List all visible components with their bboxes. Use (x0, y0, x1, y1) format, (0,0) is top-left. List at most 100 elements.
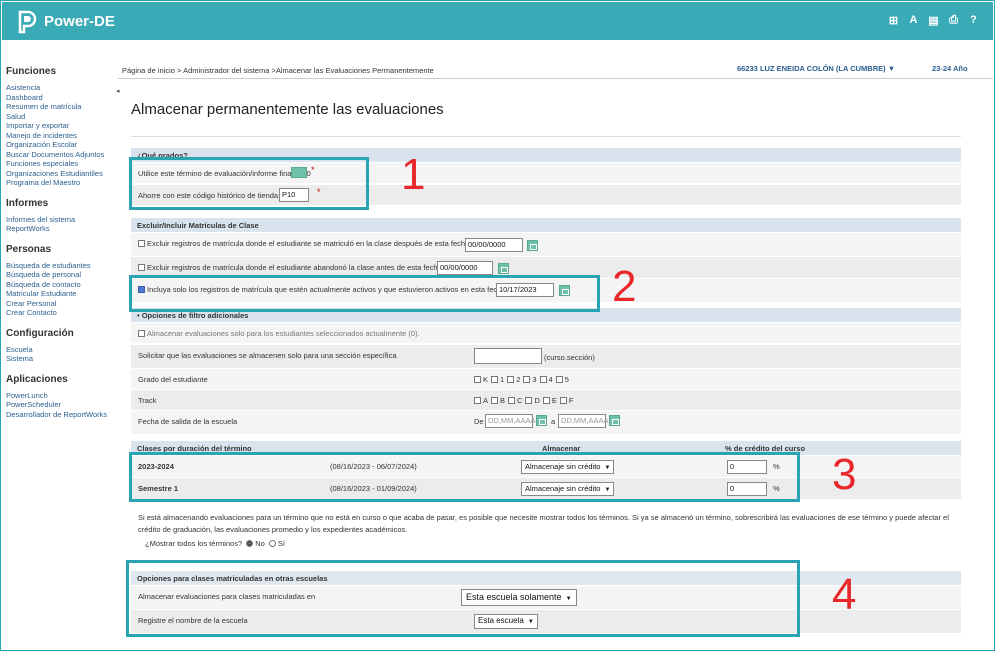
sidebar-personas-item[interactable]: Matricular Estudiante (2, 289, 114, 299)
sidebar-heading-configuracion: Configuración (6, 327, 74, 339)
sidebar-funciones-item[interactable]: Salud (2, 112, 114, 122)
section-filter-row: Solicitar que las evaluaciones se almace… (131, 345, 961, 369)
callout-number-3: 3 (832, 450, 857, 499)
page-title: Almacenar permanentemente las evaluacion… (131, 101, 444, 118)
sidebar-config-item[interactable]: Escuela (2, 345, 114, 355)
sidebar-personas-item[interactable]: Búsqueda de personal (2, 270, 114, 280)
chevron-down-icon[interactable]: ▼ (888, 64, 895, 73)
sidebar-personas-item[interactable]: Crear Personal (2, 299, 114, 309)
show-all-si-label: Sí (277, 539, 285, 548)
exit-date-row: Fecha de salida de la escuela De DD,MM,A… (131, 411, 961, 435)
exclude-after-checkbox[interactable] (138, 240, 145, 247)
sidebar-funciones-item[interactable]: Dashboard (2, 93, 114, 103)
exit-date-from[interactable]: DD,MM,AAAA (485, 414, 536, 428)
help-icon[interactable]: ? (968, 14, 979, 27)
grade-label: 2 (516, 375, 521, 384)
show-all-label: ¿Mostrar todos los términos? (145, 539, 243, 548)
highlight-box-4 (126, 560, 800, 637)
brand-name: Power-DE (44, 13, 115, 30)
exclude-before-label: Excluir registros de matrícula donde el … (138, 263, 444, 272)
user-menu[interactable]: 66233 LUZ ENEIDA COLÓN (LA CUMBRE) ▼ (737, 64, 895, 73)
sidebar-funciones-item[interactable]: Manejo de incidentes (2, 131, 114, 141)
track-filter-label: Track (138, 396, 157, 405)
sidebar-informes-item[interactable]: Informes del sistema (2, 215, 114, 225)
track-label: A (483, 396, 489, 405)
sidebar-heading-aplicaciones: Aplicaciones (6, 373, 68, 385)
sidebar-informes-item[interactable]: ReportWorks (2, 224, 114, 234)
calendar-icon[interactable] (498, 263, 509, 274)
text-icon[interactable]: A (908, 14, 919, 27)
track-filter-row: Track A B C D E F (131, 390, 961, 411)
sidebar-funciones-item[interactable]: Organización Escolar (2, 140, 114, 150)
callout-number-4: 4 (832, 570, 857, 619)
grade-checkbox[interactable] (555, 376, 563, 383)
track-checkbox[interactable] (508, 397, 516, 404)
track-checkbox[interactable] (559, 397, 567, 404)
grade-checkbox[interactable] (491, 376, 499, 383)
exit-date-to[interactable]: DD,MM,AAAA (558, 414, 609, 428)
exclude-after-date[interactable]: 00/00/0000 (465, 238, 523, 252)
sidebar-heading-informes: Informes (6, 197, 49, 209)
selected-students-checkbox[interactable] (138, 330, 145, 337)
track-checkbox[interactable] (525, 397, 533, 404)
highlight-box-2 (129, 275, 600, 312)
sidebar: Funciones Asistencia Dashboard Resumen de … (2, 40, 114, 649)
print-icon[interactable]: ⎙ (948, 14, 959, 27)
selected-students-label: Almacenar evaluaciones solo para los est… (138, 329, 420, 338)
section-filter-hint: (curso.sección) (544, 353, 595, 362)
sidebar-funciones-item[interactable]: Organizaciones Estudiantiles (2, 169, 114, 179)
calendar-icon[interactable] (527, 240, 538, 251)
powerde-logo-icon (18, 10, 37, 34)
divider (118, 78, 993, 79)
grade-checkbox[interactable] (507, 376, 515, 383)
grade-checkbox[interactable] (523, 376, 531, 383)
sidebar-funciones-item[interactable]: Importar y exportar (2, 121, 114, 131)
sidebar-config-item[interactable]: Sistema (2, 354, 114, 364)
exclude-before-checkbox[interactable] (138, 264, 145, 271)
grade-filter-row: Grado del estudiante K 1 2 3 4 5 (131, 369, 961, 390)
calendar-icon[interactable] (536, 415, 547, 426)
sidebar-funciones-item[interactable]: Resumen de matrícula (2, 102, 114, 112)
sidebar-personas-item[interactable]: Búsqueda de contacto (2, 280, 114, 290)
grade-filter-label: Grado del estudiante (138, 375, 208, 384)
grade-label: 3 (532, 375, 537, 384)
grade-label: 4 (548, 375, 553, 384)
section-filter-input[interactable] (474, 348, 542, 364)
calendar-icon[interactable] (609, 415, 620, 426)
sidebar-funciones-item[interactable]: Funciones especiales (2, 159, 114, 169)
sidebar-personas-item[interactable]: Crear Contacto (2, 308, 114, 318)
grade-checkbox[interactable] (539, 376, 547, 383)
user-name[interactable]: 66233 LUZ ENEIDA COLÓN (LA CUMBRE) (737, 64, 886, 73)
grade-label: K (483, 375, 489, 384)
show-all-no-radio[interactable] (246, 540, 254, 547)
track-checkbox[interactable] (542, 397, 550, 404)
section-filter-label: Solicitar que las evaluaciones se almace… (138, 351, 397, 360)
sidebar-funciones-item[interactable]: Asistencia (2, 83, 114, 93)
track-label: D (534, 396, 540, 405)
track-checkbox[interactable] (474, 397, 481, 404)
grade-checkboxes: K 1 2 3 4 5 (474, 375, 572, 384)
sidebar-apps-item[interactable]: Desarrollador de ReportWorks (2, 410, 114, 420)
track-label: F (568, 396, 574, 405)
breadcrumb[interactable]: Página de inicio > Administrador del sis… (122, 66, 434, 75)
sidebar-personas-item[interactable]: Búsqueda de estudiantes (2, 261, 114, 271)
selected-students-row: Almacenar evaluaciones solo para los est… (131, 323, 961, 344)
exit-date-label: Fecha de salida de la escuela (138, 417, 238, 426)
sidebar-funciones-item[interactable]: Programa del Maestro (2, 178, 114, 188)
grid-icon[interactable]: ⊞ (888, 14, 899, 27)
sidebar-apps-item[interactable]: PowerScheduler (2, 400, 114, 410)
file-icon[interactable]: ▤ (928, 14, 939, 27)
callout-number-1: 1 (401, 150, 426, 199)
callout-number-2: 2 (612, 262, 637, 311)
collapse-sidebar-icon[interactable]: ◂ (116, 87, 120, 95)
warning-note: Si está almacenando evaluaciones para un… (138, 513, 949, 534)
track-checkbox[interactable] (491, 397, 499, 404)
sidebar-apps-item[interactable]: PowerLunch (2, 391, 114, 401)
exclude-before-date[interactable]: 00/00/0000 (437, 261, 493, 275)
grade-checkbox[interactable] (474, 376, 481, 383)
sidebar-funciones-item[interactable]: Buscar Documentos Adjuntos (2, 150, 114, 160)
show-all-si-radio[interactable] (268, 540, 276, 547)
track-label: B (500, 396, 506, 405)
track-checkboxes: A B C D E F (474, 396, 576, 405)
term-selector[interactable]: 23-24 Año (932, 64, 968, 73)
